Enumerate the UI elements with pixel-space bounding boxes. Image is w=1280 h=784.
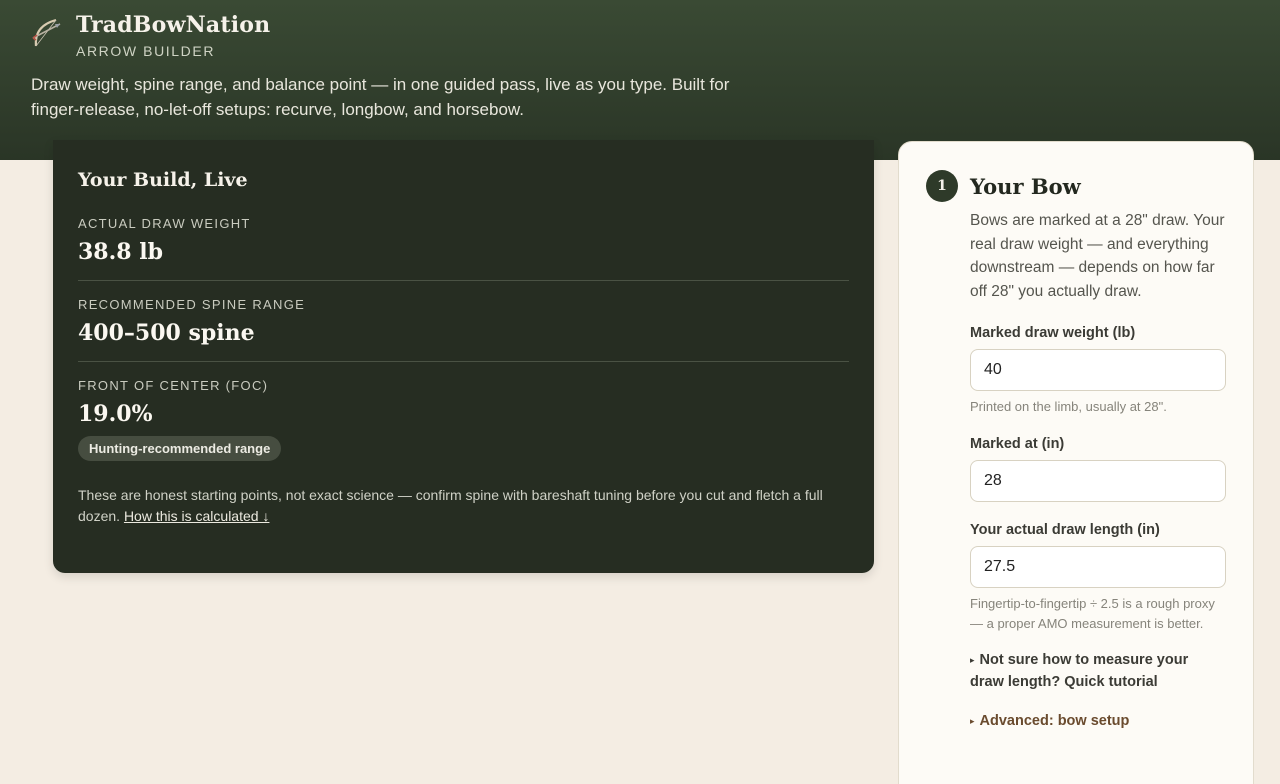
step-title: Your Bow xyxy=(970,173,1081,199)
advanced-toggle-label: Advanced: bow setup xyxy=(979,713,1130,730)
how-calculated-link[interactable]: How this is calculated ↓ xyxy=(124,508,270,524)
metric-value: 38.8 lb xyxy=(78,239,163,265)
metric-value: 19.0% xyxy=(78,401,153,427)
marked-weight-input[interactable] xyxy=(970,349,1226,391)
build-summary-card: Your Build, Live ACTUAL DRAW WEIGHT 38.8… xyxy=(53,140,874,573)
summary-disclaimer: These are honest starting points, not ex… xyxy=(78,485,849,527)
marked-weight-label: Marked draw weight (lb) xyxy=(970,325,1136,341)
marked-weight-help: Printed on the limb, usually at 28". xyxy=(970,399,1167,414)
hero-header: TradBowNation ARROW BUILDER Draw weight,… xyxy=(0,0,1280,160)
brand: TradBowNation ARROW BUILDER xyxy=(30,12,270,59)
step-number: 1 xyxy=(926,170,958,202)
bow-and-arrow-icon xyxy=(32,18,61,47)
draw-length-input[interactable] xyxy=(970,546,1226,588)
brand-subtitle: ARROW BUILDER xyxy=(76,43,216,59)
marked-at-label: Marked at (in) xyxy=(970,436,1065,452)
disclosure-triangle-icon: ▸ xyxy=(970,655,975,666)
metric-label: FRONT OF CENTER (FOC) xyxy=(78,378,269,393)
metric-label: RECOMMENDED SPINE RANGE xyxy=(78,297,306,312)
foc-status-badge: Hunting-recommended range xyxy=(78,436,282,461)
step-description: Bows are marked at a 28" draw. Your real… xyxy=(970,212,1225,300)
draw-length-tutorial-toggle[interactable]: ▸ Not sure how to measure your draw lengt… xyxy=(970,649,1226,693)
metric-label: ACTUAL DRAW WEIGHT xyxy=(78,216,251,231)
metric-draw-weight: ACTUAL DRAW WEIGHT 38.8 lb xyxy=(78,191,849,281)
draw-length-label: Your actual draw length (in) xyxy=(970,522,1160,538)
metric-spine-range: RECOMMENDED SPINE RANGE 400–500 spine xyxy=(78,281,849,362)
metric-value: 400–500 spine xyxy=(78,320,255,346)
metric-foc: FRONT OF CENTER (FOC) 19.0% Hunting-reco… xyxy=(78,362,849,461)
step-body: Bows are marked at a 28" draw. Your real… xyxy=(970,209,1226,732)
summary-title: Your Build, Live xyxy=(78,169,248,191)
disclosure-triangle-icon: ▸ xyxy=(970,716,975,727)
hero-tagline: Draw weight, spine range, and balance po… xyxy=(31,75,730,119)
step-header: 1 Your Bow xyxy=(926,170,1226,202)
tutorial-toggle-label: Not sure how to measure your draw length… xyxy=(970,652,1189,691)
draw-length-help: Fingertip-to-fingertip ÷ 2.5 is a rough … xyxy=(970,596,1215,631)
bow-step-panel: 1 Your Bow Bows are marked at a 28" draw… xyxy=(898,141,1254,784)
marked-at-input[interactable] xyxy=(970,460,1226,502)
advanced-bow-setup-toggle[interactable]: ▸ Advanced: bow setup xyxy=(970,710,1226,732)
brand-name: TradBowNation xyxy=(76,12,271,38)
